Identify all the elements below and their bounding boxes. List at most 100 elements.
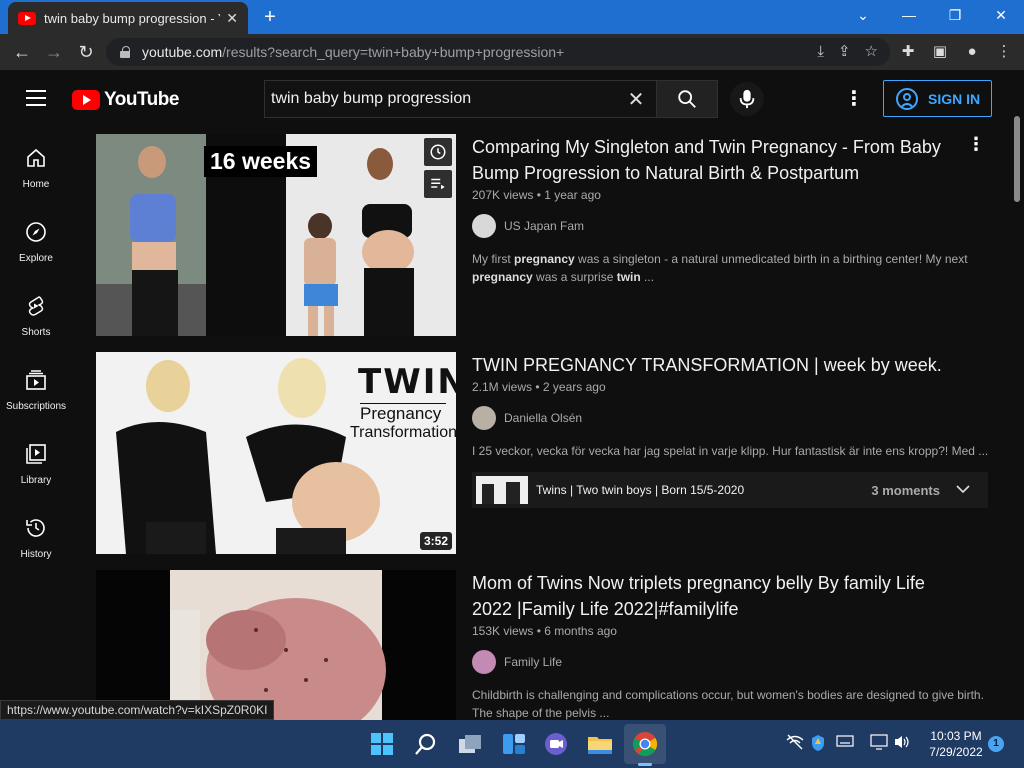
guide-item-shorts[interactable]: Shorts — [0, 274, 72, 348]
channel-row[interactable]: US Japan Fam — [472, 214, 988, 238]
video-title[interactable]: TWIN PREGNANCY TRANSFORMATION | week by … — [472, 352, 988, 378]
moment-thumbnail — [476, 476, 528, 504]
action-menu-icon[interactable]: ⋮ — [964, 134, 988, 155]
channel-avatar[interactable] — [472, 406, 496, 430]
youtube-logo[interactable]: YouTube — [72, 89, 179, 111]
search-input[interactable]: twin baby bump progression ✕ — [264, 80, 656, 118]
notification-badge[interactable]: 1 — [988, 736, 1004, 752]
channel-avatar[interactable] — [472, 214, 496, 238]
video-meta: Mom of Twins Now triplets pregnancy bell… — [472, 570, 988, 720]
back-button[interactable]: ← — [8, 38, 36, 66]
video-title[interactable]: Comparing My Singleton and Twin Pregnanc… — [472, 134, 952, 186]
view-count: 207K views — [472, 188, 534, 202]
network-offline-icon[interactable] — [786, 734, 804, 753]
browser-tab[interactable]: twin baby bump progression - Yo ✕ — [8, 2, 248, 34]
guide-item-explore[interactable]: Explore — [0, 200, 72, 274]
key-moments-row[interactable]: Twins | Two twin boys | Born 15/5-2020 3… — [472, 472, 988, 508]
video-thumbnail[interactable]: TWIN Pregnancy Transformation 3:52 — [96, 352, 456, 554]
scrollbar-thumb[interactable] — [1014, 116, 1020, 202]
display-monitor-icon[interactable] — [870, 734, 888, 753]
reload-button[interactable]: ↻ — [72, 38, 100, 66]
add-to-queue-button[interactable] — [424, 170, 452, 198]
video-result: TWIN Pregnancy Transformation 3:52 TWIN … — [96, 352, 996, 558]
moment-thumbnail-image — [476, 476, 528, 504]
search-icon[interactable] — [412, 730, 440, 758]
youtube-wordmark: YouTube — [104, 89, 179, 110]
share-icon[interactable]: ⇪ — [838, 38, 851, 66]
clock-date: 7/29/2022 — [929, 745, 983, 759]
settings-more-icon[interactable]: ⋮ — [842, 88, 866, 112]
extensions-puzzle-icon[interactable]: ✚ — [896, 38, 920, 66]
close-window-button[interactable]: ✕ — [978, 0, 1024, 34]
clock-time: 10:03 PM — [930, 729, 982, 743]
channel-name[interactable]: US Japan Fam — [504, 219, 584, 233]
clock-icon — [430, 144, 446, 160]
youtube-favicon-icon — [18, 11, 36, 25]
channel-name[interactable]: Family Life — [504, 655, 562, 669]
channel-avatar[interactable] — [472, 650, 496, 674]
link-status-bubble: https://www.youtube.com/watch?v=kIXSpZ0R… — [0, 700, 275, 720]
side-panel-icon[interactable]: ▣ — [928, 38, 952, 66]
new-tab-button[interactable]: + — [258, 5, 282, 29]
keyboard-icon[interactable] — [836, 734, 854, 751]
video-thumbnail[interactable]: 16 weeks — [96, 134, 456, 336]
restore-button[interactable]: ❐ — [932, 0, 978, 34]
video-title[interactable]: Mom of Twins Now triplets pregnancy bell… — [472, 570, 952, 622]
address-bar[interactable]: youtube.com /results?search_query=twin+b… — [106, 38, 890, 66]
menu-hamburger-icon[interactable] — [26, 90, 46, 106]
volume-icon[interactable] — [893, 734, 911, 753]
subscriptions-icon — [26, 370, 46, 390]
video-meta: Comparing My Singleton and Twin Pregnanc… — [472, 134, 988, 286]
guide-item-library[interactable]: Library — [0, 422, 72, 496]
task-view-icon[interactable] — [456, 730, 484, 758]
bookmark-star-icon[interactable]: ☆ — [865, 38, 878, 66]
guide-label-history: History — [20, 549, 52, 560]
guide-label-library: Library — [20, 475, 52, 486]
system-clock[interactable]: 10:03 PM 7/29/2022 — [920, 728, 992, 760]
account-circle-icon — [896, 87, 918, 110]
youtube-masthead: YouTube twin baby bump progression ✕ ⋮ S… — [0, 70, 1024, 126]
video-duration: 3:52 — [419, 532, 452, 550]
channel-row[interactable]: Daniella Olsén — [472, 406, 988, 430]
teams-chat-icon[interactable] — [542, 730, 570, 758]
video-thumbnail[interactable] — [96, 570, 456, 720]
thumbnail-image — [96, 570, 456, 720]
lock-icon[interactable] — [120, 46, 130, 58]
guide-item-subscriptions[interactable]: Subscriptions — [0, 348, 72, 422]
watch-later-button[interactable] — [424, 138, 452, 166]
guide-label-shorts: Shorts — [21, 327, 51, 338]
channel-name[interactable]: Daniella Olsén — [504, 411, 582, 425]
tab-search-chevron-icon[interactable]: ⌄ — [840, 0, 886, 34]
file-explorer-icon[interactable] — [586, 730, 614, 758]
minimize-button[interactable]: — — [886, 0, 932, 34]
desc-highlight: twin — [616, 270, 641, 284]
active-app-indicator — [638, 763, 652, 766]
widgets-icon[interactable] — [500, 730, 528, 758]
video-stats: 153K views • 6 months ago — [472, 624, 617, 638]
voice-search-button[interactable] — [730, 82, 764, 116]
sign-in-button[interactable]: SIGN IN — [883, 80, 992, 117]
guide-item-home[interactable]: Home — [0, 126, 72, 200]
chrome-icon[interactable] — [631, 730, 659, 758]
windows-start-icon[interactable] — [368, 730, 396, 758]
video-description: I 25 veckor, vecka för vecka har jag spe… — [472, 444, 988, 458]
url-path: /results?search_query=twin+baby+bump+pro… — [222, 44, 565, 60]
video-meta: TWIN PREGNANCY TRANSFORMATION | week by … — [472, 352, 988, 508]
clear-search-icon[interactable]: ✕ — [616, 87, 656, 112]
tab-close-icon[interactable]: ✕ — [226, 10, 238, 27]
forward-button[interactable]: → — [40, 38, 68, 66]
security-shield-icon[interactable] — [810, 734, 826, 755]
channel-row[interactable]: Family Life — [472, 650, 988, 674]
page-scrollbar[interactable] — [1012, 112, 1022, 720]
install-app-icon[interactable]: ⤓ — [817, 38, 824, 66]
desc-highlight: pregnancy — [514, 252, 575, 266]
video-result: Mom of Twins Now triplets pregnancy bell… — [96, 570, 996, 720]
search-button[interactable] — [656, 80, 718, 118]
profile-icon[interactable]: ● — [960, 38, 984, 66]
guide-item-history[interactable]: History — [0, 496, 72, 570]
search-query-text: twin baby bump progression — [271, 90, 472, 107]
video-stats: 207K views • 1 year ago — [472, 188, 601, 202]
chevron-down-icon[interactable] — [956, 483, 970, 497]
chrome-menu-icon[interactable]: ⋮ — [992, 38, 1016, 66]
history-icon — [26, 519, 45, 537]
